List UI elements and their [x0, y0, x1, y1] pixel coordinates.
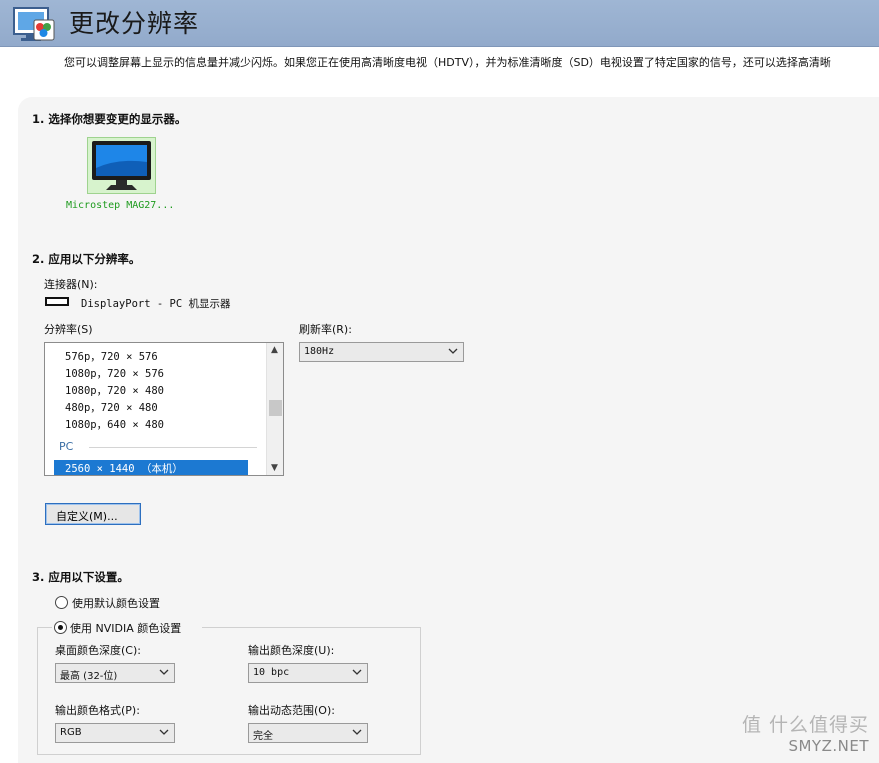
- watermark-top: 值 什么值得买: [741, 714, 869, 736]
- monitor-label[interactable]: Microstep MAG27...: [66, 200, 174, 211]
- list-item[interactable]: 1080p，640 × 480: [65, 417, 164, 432]
- list-overflow-mark: ˙: [89, 342, 94, 349]
- page-description: 您可以调整屏幕上显示的信息量并减少闪烁。如果您正在使用高清晰度电视（HDTV），…: [64, 56, 831, 69]
- monitor-tile[interactable]: [87, 137, 156, 194]
- connector-value: DisplayPort - PC 机显示器: [81, 298, 231, 310]
- output-range-select[interactable]: 完全: [248, 723, 368, 743]
- output-depth-label: 输出颜色深度(U):: [248, 644, 335, 657]
- list-item[interactable]: 1080p，720 × 480: [65, 383, 164, 398]
- nvidia-color-legend: 使用 NVIDIA 颜色设置: [52, 619, 202, 635]
- list-item[interactable]: 576p，720 × 576: [65, 349, 158, 364]
- output-depth-select[interactable]: 10 bpc: [248, 663, 368, 683]
- radio-default-color[interactable]: [55, 596, 68, 609]
- chevron-down-icon: [159, 669, 169, 675]
- displayport-icon: [45, 297, 69, 306]
- desktop-depth-label: 桌面颜色深度(C):: [55, 644, 141, 657]
- radio-default-color-label[interactable]: 使用默认颜色设置: [72, 595, 160, 611]
- listbox-scrollbar[interactable]: ▲ ▼: [266, 343, 283, 475]
- output-format-select[interactable]: RGB: [55, 723, 175, 743]
- section-settings-title: 3. 应用以下设置。: [32, 570, 129, 584]
- output-format-value: RGB: [60, 727, 82, 738]
- custom-resolution-button[interactable]: 自定义(M)...: [45, 503, 141, 525]
- display-settings-icon: [13, 7, 55, 41]
- output-depth-value: 10 bpc: [253, 667, 290, 678]
- selected-resolution-text: 2560 × 1440 （本机）: [65, 463, 183, 475]
- output-format-label: 输出颜色格式(P):: [55, 704, 140, 717]
- resolution-label: 分辨率(S): [44, 323, 93, 336]
- chevron-down-icon: [448, 348, 458, 354]
- chevron-down-icon: [159, 729, 169, 735]
- radio-nvidia-color-label[interactable]: 使用 NVIDIA 颜色设置: [70, 620, 181, 636]
- scroll-down-icon[interactable]: ▼: [271, 463, 278, 473]
- list-group-pc: PC: [59, 440, 74, 453]
- page-header: 更改分辨率: [0, 0, 879, 47]
- radio-nvidia-color[interactable]: [54, 621, 67, 634]
- section-resolution-title: 2. 应用以下分辨率。: [32, 252, 141, 266]
- page-title: 更改分辨率: [69, 9, 200, 38]
- custom-button-label: 自定义(M)...: [56, 510, 118, 523]
- output-range-label: 输出动态范围(O):: [248, 704, 335, 717]
- refresh-rate-label: 刷新率(R):: [299, 323, 352, 336]
- monitor-icon: [92, 141, 151, 190]
- desktop-depth-value: 最高 (32-位): [60, 671, 118, 682]
- scroll-up-icon[interactable]: ▲: [271, 345, 278, 355]
- watermark: 值 什么值得买 SMYZ.NET: [742, 710, 869, 755]
- refresh-rate-select[interactable]: 180Hz: [299, 342, 464, 362]
- scroll-thumb[interactable]: [269, 400, 282, 416]
- list-item[interactable]: 480p，720 × 480: [65, 400, 158, 415]
- chevron-down-icon: [352, 669, 362, 675]
- refresh-rate-value: 180Hz: [304, 346, 335, 357]
- desktop-depth-select[interactable]: 最高 (32-位): [55, 663, 175, 683]
- list-divider: [89, 447, 257, 448]
- section-select-display-title: 1. 选择你想要变更的显示器。: [32, 112, 187, 126]
- list-item-selected[interactable]: 2560 × 1440 （本机）: [54, 460, 248, 475]
- watermark-bottom: SMYZ.NET: [788, 737, 869, 755]
- list-item[interactable]: 1080p，720 × 576: [65, 366, 164, 381]
- output-range-value: 完全: [253, 731, 273, 742]
- resolution-listbox[interactable]: ˙ 576p，720 × 576 1080p，720 × 576 1080p，7…: [44, 342, 284, 476]
- connector-label: 连接器(N):: [44, 278, 98, 291]
- chevron-down-icon: [352, 729, 362, 735]
